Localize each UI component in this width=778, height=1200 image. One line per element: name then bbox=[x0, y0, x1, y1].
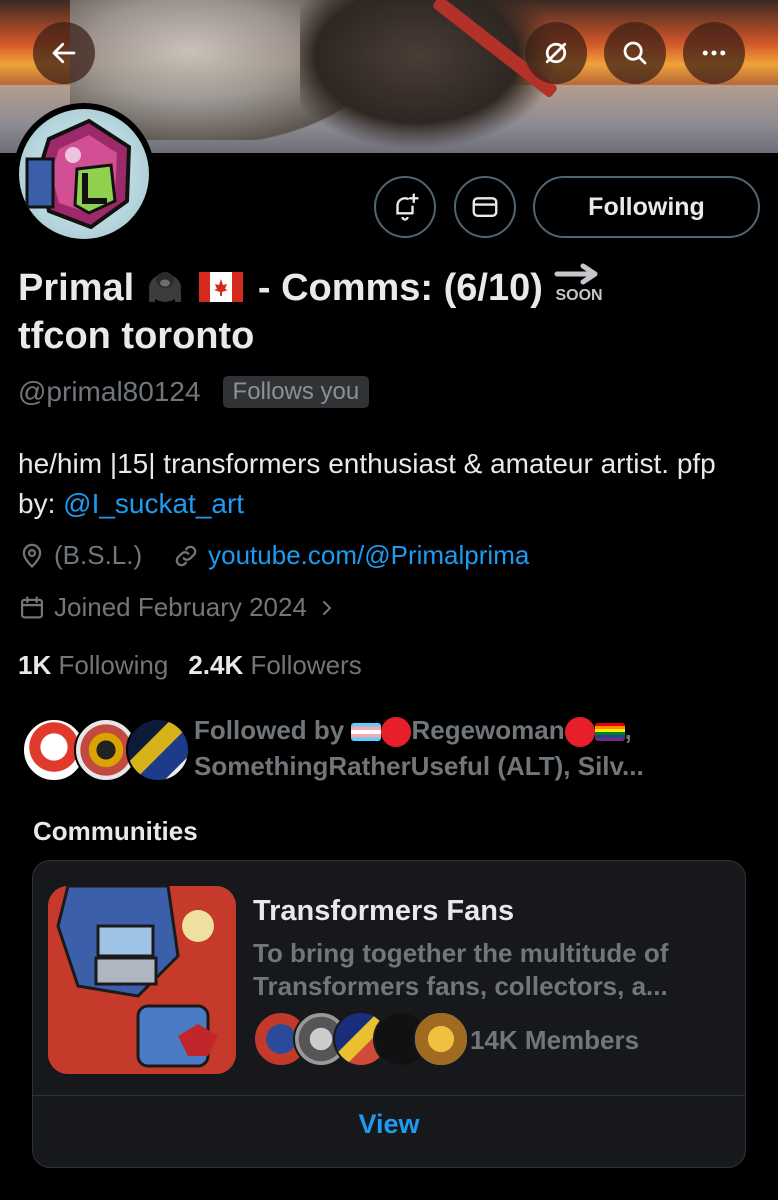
community-art bbox=[48, 886, 236, 1074]
community-members: 14K Members bbox=[470, 1025, 640, 1055]
soon-label: SOON bbox=[555, 287, 603, 304]
joined-text: Joined February 2024 bbox=[54, 592, 307, 622]
view-community-button[interactable]: View bbox=[33, 1109, 745, 1140]
following-button[interactable]: Following bbox=[533, 176, 760, 238]
followers-stat[interactable]: 2.4K Followers bbox=[188, 650, 361, 681]
bio-mention-link[interactable]: @I_suckat_art bbox=[63, 488, 244, 519]
link-icon bbox=[175, 545, 197, 566]
member-avatar bbox=[413, 1011, 469, 1067]
avatar bbox=[19, 109, 149, 239]
handle-row: @primal80124 Follows you bbox=[18, 376, 370, 408]
location-text: (B.S.L.) bbox=[54, 540, 143, 570]
message-button[interactable] bbox=[454, 176, 516, 238]
trans-flag-icon bbox=[351, 723, 382, 742]
bell-plus-icon bbox=[396, 193, 419, 221]
gorilla-emoji-icon bbox=[145, 266, 185, 304]
slashed-circle-icon bbox=[545, 42, 567, 64]
more-horizontal-icon bbox=[702, 50, 726, 56]
display-name: Primal - Comms: (6/10) SOON tfcon toront… bbox=[18, 262, 758, 360]
follower-name-1: Regewoman bbox=[411, 715, 565, 745]
name-comms: - Comms: (6/10) bbox=[257, 267, 543, 309]
community-title: Transformers Fans bbox=[253, 895, 515, 927]
arrow-left-icon bbox=[52, 42, 76, 64]
following-count: 1K bbox=[18, 650, 52, 680]
follow-stats: 1K Following 2.4K Followers bbox=[18, 650, 362, 681]
following-stat[interactable]: 1K Following bbox=[18, 650, 168, 681]
follower-separator: , bbox=[624, 715, 632, 745]
follower-names-line2: SomethingRatherUseful (ALT), Silv... bbox=[194, 751, 644, 781]
followed-by-avatars[interactable] bbox=[22, 718, 190, 782]
name-primary: Primal bbox=[18, 267, 135, 309]
website-link[interactable]: youtube.com/@Primalprima bbox=[208, 540, 529, 571]
communities-heading: Communities bbox=[33, 816, 198, 846]
follower-avatar bbox=[126, 718, 190, 782]
canada-flag-icon bbox=[199, 266, 244, 302]
meta-location-website: (B.S.L.) youtube.com/@Primalprima bbox=[18, 540, 529, 571]
bio: he/him |15| transformers enthusiast & am… bbox=[18, 444, 758, 524]
grok-button[interactable] bbox=[525, 22, 587, 84]
followed-by-prefix: Followed by bbox=[194, 715, 345, 745]
more-button[interactable] bbox=[683, 22, 745, 84]
community-divider bbox=[33, 1095, 745, 1096]
following-stat-label: Following bbox=[58, 650, 169, 680]
handle: @primal80124 bbox=[18, 376, 201, 407]
calendar-icon bbox=[20, 595, 44, 618]
rainbow-flag-icon bbox=[594, 723, 625, 742]
notify-button[interactable] bbox=[374, 176, 436, 238]
followers-stat-label: Followers bbox=[250, 650, 362, 680]
location-pin-icon bbox=[22, 543, 42, 568]
community-member-avatars bbox=[253, 1011, 469, 1069]
community-card[interactable]: Transformers Fans To bring together the … bbox=[32, 860, 746, 1168]
joined-row[interactable]: Joined February 2024 bbox=[18, 592, 347, 623]
avatar-art bbox=[25, 118, 132, 230]
following-button-label: Following bbox=[588, 192, 705, 221]
back-button[interactable] bbox=[33, 22, 95, 84]
red-circle-icon bbox=[381, 717, 412, 748]
name-tfcon: tfcon toronto bbox=[18, 315, 255, 357]
followed-by-text[interactable]: Followed by Regewoman, SomethingRatherUs… bbox=[194, 712, 754, 784]
search-icon bbox=[623, 41, 647, 65]
community-description: To bring together the multitude of Trans… bbox=[253, 938, 669, 1001]
envelope-icon bbox=[472, 197, 498, 217]
chevron-right-icon bbox=[322, 600, 331, 615]
follows-you-badge: Follows you bbox=[222, 376, 370, 408]
followers-count: 2.4K bbox=[188, 650, 244, 680]
soon-arrow-icon: SOON bbox=[553, 262, 607, 306]
red-circle-icon bbox=[564, 717, 595, 748]
avatar-frame[interactable] bbox=[13, 103, 155, 245]
search-button[interactable] bbox=[604, 22, 666, 84]
community-image bbox=[48, 886, 236, 1074]
